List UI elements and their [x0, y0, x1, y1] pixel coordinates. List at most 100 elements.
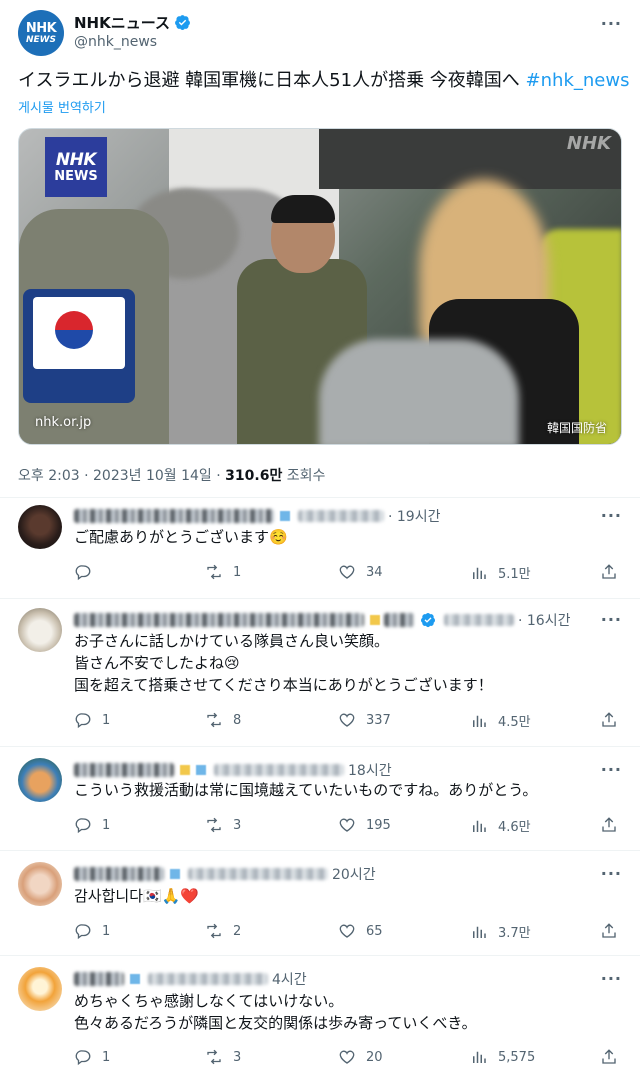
- reply-handle-blurred[interactable]: [148, 973, 268, 985]
- reply-text-line: こういう救援活動は常に国境越えていたいものですね。ありがとう。: [74, 781, 538, 799]
- reply-avatar[interactable]: [18, 608, 62, 652]
- author-name[interactable]: NHKニュース: [74, 12, 170, 33]
- image-pilot-hair: [271, 195, 335, 223]
- like-icon: [339, 565, 355, 579]
- media-credit: 韓国国防省: [546, 421, 607, 435]
- retweet-button[interactable]: 8: [205, 711, 241, 729]
- reply-avatar[interactable]: [18, 862, 62, 906]
- retweet-button[interactable]: 1: [205, 563, 241, 581]
- more-icon[interactable]: ···: [601, 506, 622, 525]
- reply-text: 감사합니다🇰🇷🙏❤️: [74, 885, 199, 907]
- reply-avatar[interactable]: [18, 967, 62, 1011]
- like-icon: [339, 818, 355, 832]
- retweet-button[interactable]: 3: [205, 816, 241, 834]
- post-image[interactable]: NHK NEWS NHK nhk.or.jp 韓国国防省: [18, 128, 622, 445]
- retweet-button[interactable]: 3: [205, 1048, 241, 1066]
- post-text: イスラエルから退避 韓国軍機に日本人51人が搭乗 今夜韓国へ #nhk_news: [18, 69, 630, 93]
- share-button[interactable]: [600, 1048, 618, 1070]
- reply-text: お子さんに話しかけている隊員さん良い笑顔。 皆さん不安でしたよね😢 国を超えて搭…: [74, 630, 493, 696]
- views-button[interactable]: 3.7만: [470, 922, 531, 941]
- nhk-news-logo: NHK NEWS: [45, 137, 107, 197]
- reply-time[interactable]: · 16시간: [518, 610, 570, 630]
- like-count: 337: [366, 712, 391, 728]
- reply-author-name-blurred[interactable]: [74, 763, 174, 777]
- reply-author-name-blurred[interactable]: [74, 972, 124, 986]
- reply-button[interactable]: 1: [74, 816, 110, 834]
- views-icon: [473, 715, 486, 727]
- reply-author-name-blurred[interactable]: [74, 867, 164, 881]
- views-button[interactable]: 4.6만: [470, 816, 531, 835]
- author-avatar[interactable]: NHK NEWS: [18, 10, 64, 56]
- views-button[interactable]: 5.1만: [470, 563, 531, 582]
- views-count: 310.6만: [225, 468, 283, 484]
- verified-badge-icon: [421, 613, 435, 628]
- reply-count: 1: [102, 923, 111, 939]
- reply-handle-blurred[interactable]: [188, 868, 328, 880]
- views-icon: [473, 567, 486, 579]
- like-button[interactable]: 195: [338, 816, 391, 834]
- views-count: 3.7만: [498, 926, 531, 941]
- reply-button[interactable]: 1: [74, 711, 110, 729]
- reply-handle-blurred[interactable]: [298, 510, 384, 522]
- reply-text: こういう救援活動は常に国境越えていたいものですね。ありがとう。: [74, 779, 537, 801]
- reply-actions: 1 3 195 4.6만: [74, 816, 622, 836]
- share-button[interactable]: [600, 922, 618, 944]
- views-button[interactable]: 5,575: [470, 1048, 535, 1066]
- hashtag-link[interactable]: #nhk_news: [526, 70, 630, 91]
- reply-icon: [75, 565, 91, 581]
- like-icon: [339, 1050, 355, 1064]
- author-handle[interactable]: @nhk_news: [74, 34, 157, 50]
- more-icon[interactable]: ···: [601, 760, 622, 779]
- reply-text-line: 国を超えて搭乗させてくださり本当にありがとうございます！: [74, 676, 493, 694]
- reply-button[interactable]: 1: [74, 922, 110, 940]
- media-source-link[interactable]: nhk.or.jp: [35, 415, 91, 430]
- reply-time[interactable]: 4시간: [272, 969, 307, 989]
- share-icon: [602, 923, 616, 938]
- more-icon[interactable]: ···: [601, 864, 622, 883]
- reply-button[interactable]: 1: [74, 1048, 110, 1066]
- reply-icon: [75, 818, 91, 834]
- views-button[interactable]: 4.5만: [470, 711, 531, 730]
- retweet-icon: [207, 1049, 221, 1065]
- blurred-emoji: [280, 511, 290, 521]
- divider: [0, 497, 640, 498]
- views-icon: [473, 926, 486, 938]
- reply-icon: [75, 713, 91, 729]
- like-count: 20: [366, 1049, 383, 1065]
- divider: [0, 955, 640, 956]
- views-count: 4.5만: [498, 715, 531, 730]
- share-button[interactable]: [600, 816, 618, 838]
- reply-time[interactable]: · 19시간: [388, 506, 440, 526]
- reply-text-line: 皆さん不安でしたよね😢: [74, 654, 240, 672]
- retweet-button[interactable]: 2: [205, 922, 241, 940]
- reply-author-name-blurred[interactable]: [74, 613, 364, 627]
- reply-handle-blurred[interactable]: [444, 614, 514, 626]
- author-name-row[interactable]: NHKニュース: [74, 12, 191, 33]
- verified-badge-icon: [175, 15, 190, 31]
- like-button[interactable]: 65: [338, 922, 383, 940]
- share-button[interactable]: [600, 563, 618, 585]
- nhk-logo-bottom: NEWS: [54, 168, 98, 184]
- reply-time[interactable]: 20시간: [332, 864, 376, 884]
- reply-handle-blurred[interactable]: [214, 764, 344, 776]
- reply-avatar[interactable]: [18, 758, 62, 802]
- reply-text-line: お子さんに話しかけている隊員さん良い笑顔。: [74, 632, 390, 650]
- reply-text-line: ご配慮ありがとうございます☺️: [74, 528, 288, 546]
- more-icon[interactable]: ···: [601, 969, 622, 988]
- post-timestamp[interactable]: 오후 2:03 · 2023년 10월 14일 ·: [18, 468, 225, 484]
- reply-avatar[interactable]: [18, 505, 62, 549]
- like-button[interactable]: 20: [338, 1048, 383, 1066]
- reply-author-name-blurred[interactable]: [74, 509, 274, 523]
- reply-actions: 1 34 5.1만: [74, 563, 622, 583]
- more-icon[interactable]: ···: [601, 14, 622, 33]
- like-button[interactable]: 337: [338, 711, 391, 729]
- views-icon: [473, 820, 486, 832]
- like-button[interactable]: 34: [338, 563, 383, 581]
- share-button[interactable]: [600, 711, 618, 733]
- reply-button[interactable]: [74, 563, 102, 581]
- reply-time[interactable]: 18시간: [348, 760, 392, 780]
- blurred-emoji: [170, 869, 180, 879]
- nhk-logo-top: NHK: [55, 149, 97, 170]
- translate-link[interactable]: 게시물 번역하기: [18, 97, 106, 116]
- more-icon[interactable]: ···: [601, 610, 622, 629]
